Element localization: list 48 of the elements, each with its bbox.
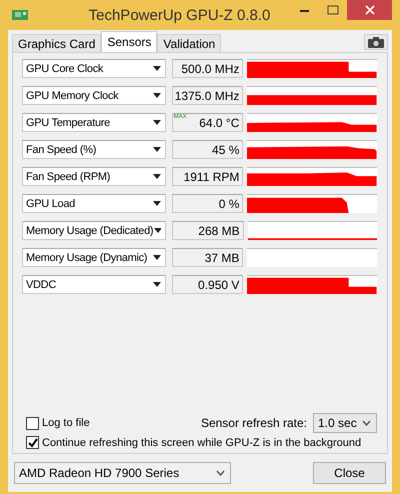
tab[interactable]: Graphics Card: [12, 34, 102, 52]
tab[interactable]: Sensors: [101, 31, 158, 52]
sensor-reading: 1375.0 MHz: [174, 88, 240, 102]
camera-icon: [368, 36, 384, 48]
sensor-dropdown[interactable]: Fan Speed (%): [22, 140, 166, 159]
sensor-dropdown[interactable]: GPU Core Clock: [22, 59, 166, 78]
caret-icon: [152, 282, 161, 287]
sensor-reading: 37 MB: [204, 250, 240, 264]
sensor-reading: 45 %: [212, 142, 240, 156]
checkbox[interactable]: [26, 416, 39, 430]
close-dialog-button[interactable]: Close: [313, 462, 386, 484]
caret-icon: [152, 147, 161, 152]
caret-icon: [152, 93, 161, 98]
sensor-dropdown[interactable]: Memory Usage (Dedicated): [22, 221, 166, 240]
sensor-reading: 0.950 V: [198, 278, 240, 292]
sensor-dropdown[interactable]: GPU Load: [22, 194, 166, 213]
caret-icon: [154, 228, 161, 233]
refresh-rate-label: Sensor refresh rate:: [200, 416, 307, 430]
sensor-reading: 268 MB: [198, 224, 240, 238]
sensor-reading: 0 %: [218, 196, 240, 210]
chevron-icon: [362, 420, 371, 426]
close-button[interactable]: [347, 0, 392, 20]
chevron-icon: [216, 470, 225, 476]
window-title: TechPowerUp GPU-Z 0.8.0: [88, 6, 272, 24]
sensor-dropdown[interactable]: Memory Usage (Dynamic): [22, 248, 166, 267]
refresh-rate-dropdown[interactable]: 1.0 sec: [313, 413, 377, 433]
sensor-dropdown[interactable]: Fan Speed (RPM): [22, 167, 166, 186]
check-icon: [28, 438, 38, 448]
caret-icon: [152, 174, 161, 179]
device-dropdown[interactable]: AMD Radeon HD 7900 Series: [14, 462, 231, 484]
sensor-reading: 64.0 °C: [199, 116, 240, 130]
screenshot-button[interactable]: [364, 34, 388, 50]
tab[interactable]: Validation: [157, 34, 222, 52]
sensor-dropdown[interactable]: GPU Memory Clock: [22, 86, 166, 105]
sensor-reading: 1911 RPM: [184, 170, 240, 184]
sensor-dropdown[interactable]: VDDC: [22, 275, 166, 294]
maximize-icon: [327, 5, 339, 15]
checkbox-option[interactable]: Continue refreshing this screen while GPU-Z is in the background: [26, 436, 377, 449]
caret-icon: [152, 120, 161, 125]
sensor-reading: 500.0 MHz: [181, 62, 240, 76]
graphics-card-icon: [12, 9, 28, 21]
caret-icon: [152, 66, 161, 71]
checkbox[interactable]: [26, 436, 39, 449]
sensor-dropdown[interactable]: GPU Temperature: [22, 113, 166, 132]
checkbox-option[interactable]: Log to file: [26, 416, 90, 430]
close-icon: [364, 5, 374, 15]
caret-icon: [152, 201, 161, 206]
caret-icon: [152, 255, 161, 260]
